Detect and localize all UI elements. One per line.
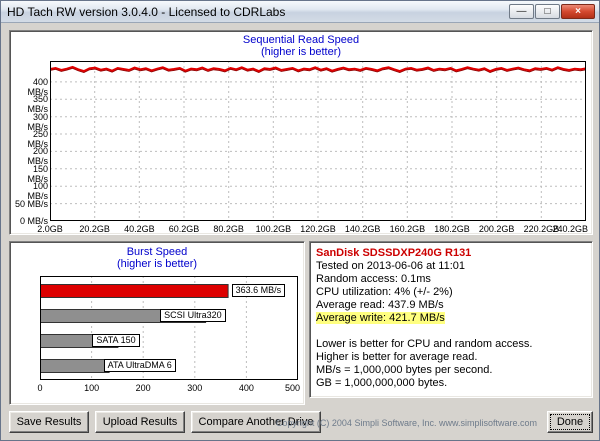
y-tick-label: 150 MB/s bbox=[11, 164, 48, 184]
burst-speed-chart-panel: Burst Speed (higher is better) 0 100 200 30… bbox=[9, 241, 305, 405]
sequential-read-svg bbox=[50, 61, 586, 221]
x-tick-label: 140.2GB bbox=[343, 224, 383, 234]
info-line: GB = 1,000,000,000 bytes. bbox=[316, 377, 588, 390]
title-bar[interactable]: HD Tach RW version 3.0.4.0 - Licensed to… bbox=[1, 1, 599, 23]
done-button[interactable]: Done bbox=[547, 411, 593, 433]
info-line: Average write: 421.7 MB/s bbox=[316, 312, 588, 325]
info-line-text: Random access: 0.1ms bbox=[316, 273, 431, 285]
results-info-content: SanDisk SDSSDXP240G R131 Tested on 2013-… bbox=[316, 246, 588, 390]
info-line: CPU utilization: 4% (+/- 2%) bbox=[316, 286, 588, 299]
x-tick-label: 40.2GB bbox=[119, 224, 159, 234]
info-line-text: Tested on 2013-06-06 at 11:01 bbox=[316, 260, 465, 272]
burst-x-tick-label: 400 bbox=[231, 383, 261, 393]
info-line-text: Higher is better for average read. bbox=[316, 351, 477, 363]
x-tick-label: 180.2GB bbox=[432, 224, 472, 234]
results-info-lines: Tested on 2013-06-06 at 11:01Random acce… bbox=[316, 260, 588, 390]
info-line: Random access: 0.1ms bbox=[316, 273, 588, 286]
drive-name: SanDisk SDSSDXP240G R131 bbox=[316, 246, 588, 260]
info-line: Higher is better for average read. bbox=[316, 351, 588, 364]
maximize-button[interactable]: □ bbox=[535, 4, 560, 19]
sequential-read-title: Sequential Read Speed bbox=[10, 34, 592, 46]
burst-x-tick-label: 0 bbox=[25, 383, 55, 393]
y-tick-label: 250 MB/s bbox=[11, 129, 48, 149]
x-tick-label: 160.2GB bbox=[387, 224, 427, 234]
burst-bar-label: SATA 150 bbox=[92, 334, 139, 347]
caption-buttons: — □ × bbox=[509, 4, 595, 19]
upload-results-button[interactable]: Upload Results bbox=[95, 411, 185, 433]
info-line: Tested on 2013-06-06 at 11:01 bbox=[316, 260, 588, 273]
sequential-read-subtitle: (higher is better) bbox=[10, 46, 592, 58]
x-tick-label: 200.2GB bbox=[477, 224, 517, 234]
minimize-button[interactable]: — bbox=[509, 4, 534, 19]
burst-x-tick-label: 500 bbox=[274, 383, 300, 393]
burst-x-tick-label: 100 bbox=[77, 383, 107, 393]
sequential-read-chart-panel: Sequential Read Speed (higher is better)… bbox=[9, 30, 593, 235]
burst-speed-subtitle: (higher is better) bbox=[10, 258, 304, 270]
info-line-text: Average read: 437.9 MB/s bbox=[316, 299, 444, 311]
x-tick-label: 60.2GB bbox=[164, 224, 204, 234]
y-tick-label: 350 MB/s bbox=[11, 94, 48, 114]
x-tick-label: 120.2GB bbox=[298, 224, 338, 234]
info-line: Average read: 437.9 MB/s bbox=[316, 299, 588, 312]
y-tick-label: 300 MB/s bbox=[11, 112, 48, 132]
info-line: MB/s = 1,000,000 bytes per second. bbox=[316, 364, 588, 377]
burst-bar-label: SCSI Ultra320 bbox=[160, 309, 226, 322]
close-button[interactable]: × bbox=[561, 4, 595, 19]
x-tick-label: 80.2GB bbox=[209, 224, 249, 234]
info-line-text: GB = 1,000,000,000 bytes. bbox=[316, 377, 447, 389]
info-line-text: MB/s = 1,000,000 bytes per second. bbox=[316, 364, 492, 376]
upload-results-label: Upload Results bbox=[103, 416, 178, 428]
save-results-label: Save Results bbox=[17, 416, 82, 428]
done-label: Done bbox=[550, 414, 590, 430]
results-info-panel: SanDisk SDSSDXP240G R131 Tested on 2013-… bbox=[309, 241, 593, 398]
info-line bbox=[316, 325, 588, 338]
burst-x-tick-label: 300 bbox=[180, 383, 210, 393]
sequential-read-plot bbox=[50, 61, 586, 221]
info-line-text: Lower is better for CPU and random acces… bbox=[316, 338, 532, 350]
y-tick-label: 200 MB/s bbox=[11, 146, 48, 166]
app-window: HD Tach RW version 3.0.4.0 - Licensed to… bbox=[0, 0, 600, 441]
burst-bar bbox=[41, 285, 229, 298]
y-tick-label: 100 MB/s bbox=[11, 181, 48, 201]
x-tick-label: 20.2GB bbox=[75, 224, 115, 234]
y-tick-label: 400 MB/s bbox=[11, 77, 48, 97]
info-line: Lower is better for CPU and random acces… bbox=[316, 338, 588, 351]
window-title: HD Tach RW version 3.0.4.0 - Licensed to… bbox=[1, 5, 285, 19]
x-tick-label: 240.2GB bbox=[552, 224, 588, 234]
x-tick-label: 100.2GB bbox=[253, 224, 293, 234]
burst-bar-label: ATA UltraDMA 6 bbox=[104, 359, 176, 372]
read-speed-line bbox=[50, 67, 586, 71]
burst-x-tick-label: 200 bbox=[128, 383, 158, 393]
info-line-text: CPU utilization: 4% (+/- 2%) bbox=[316, 286, 453, 298]
burst-speed-title: Burst Speed bbox=[10, 246, 304, 258]
copyright-text: Copyright (C) 2004 Simpli Software, Inc.… bbox=[276, 418, 537, 428]
burst-bar-label: 363.6 MB/s bbox=[232, 284, 286, 297]
x-tick-label: 2.0GB bbox=[30, 224, 70, 234]
save-results-button[interactable]: Save Results bbox=[9, 411, 89, 433]
average-write-highlight: Average write: 421.7 MB/s bbox=[316, 312, 445, 324]
burst-bar bbox=[41, 360, 110, 373]
